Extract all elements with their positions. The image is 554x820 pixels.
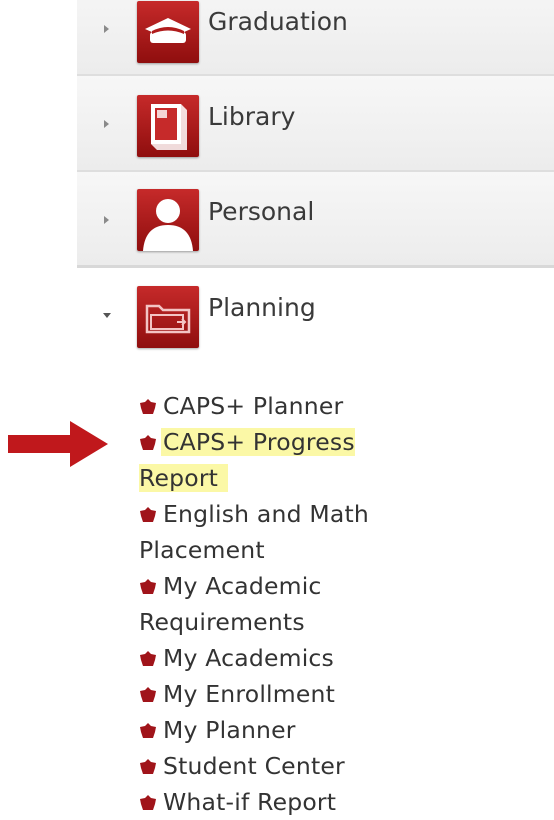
nav-section-label: Graduation	[208, 7, 348, 36]
bullet-icon	[140, 507, 156, 522]
link-caps-planner[interactable]: CAPS+ Planner	[139, 388, 429, 424]
red-arrow-icon	[8, 421, 108, 467]
chevron-down-icon[interactable]	[103, 313, 111, 318]
graduation-cap-icon	[137, 1, 199, 63]
nav-section-planning[interactable]: Planning	[77, 268, 554, 358]
bullet-icon	[140, 435, 156, 450]
folder-icon	[137, 286, 199, 348]
bullet-icon	[140, 795, 156, 810]
nav-section-label: Planning	[208, 293, 316, 322]
bullet-icon	[140, 687, 156, 702]
link-my-academics[interactable]: My Academics	[139, 640, 429, 676]
bullet-icon	[140, 723, 156, 738]
link-my-academic-requirements[interactable]: My Academic Requirements	[139, 568, 429, 640]
book-icon	[137, 95, 199, 157]
bullet-icon	[140, 651, 156, 666]
nav-section-library[interactable]: Library	[77, 76, 554, 172]
nav-section-label: Personal	[208, 197, 315, 226]
person-icon	[137, 189, 199, 251]
chevron-right-icon[interactable]	[104, 25, 109, 33]
link-caps-progress-report[interactable]: CAPS+ Progress Report	[139, 424, 429, 496]
chevron-right-icon[interactable]	[104, 216, 109, 224]
link-my-enrollment[interactable]: My Enrollment	[139, 676, 429, 712]
bullet-icon	[140, 579, 156, 594]
link-what-if-report[interactable]: What-if Report	[139, 784, 429, 820]
chevron-right-icon[interactable]	[104, 120, 109, 128]
link-english-math-placement[interactable]: English and Math Placement	[139, 496, 429, 568]
planning-links-list: CAPS+ Planner CAPS+ Progress Report Engl…	[139, 388, 429, 820]
nav-section-graduation[interactable]: Graduation	[77, 0, 554, 76]
navigation-menu: Graduation Library Personal Planning	[77, 0, 554, 358]
bullet-icon	[140, 759, 156, 774]
link-my-planner[interactable]: My Planner	[139, 712, 429, 748]
bullet-icon	[140, 399, 156, 414]
nav-section-personal[interactable]: Personal	[77, 172, 554, 268]
nav-section-label: Library	[208, 102, 296, 131]
link-student-center[interactable]: Student Center	[139, 748, 429, 784]
